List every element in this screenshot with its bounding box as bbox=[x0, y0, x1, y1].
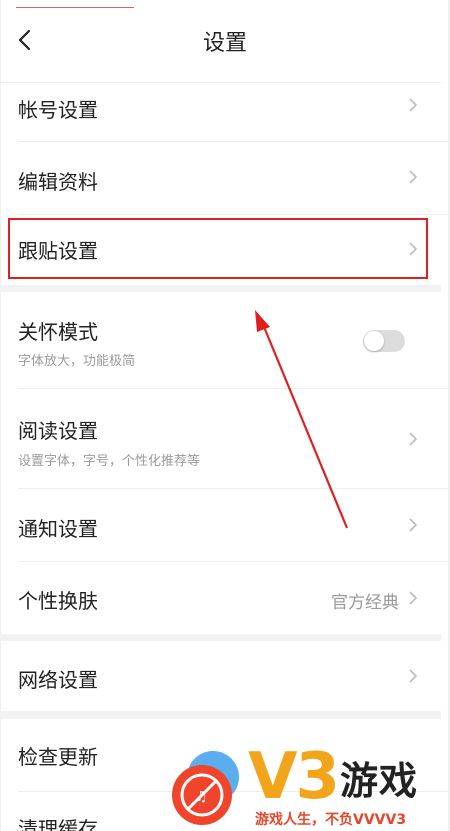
svg-text:♫: ♫ bbox=[195, 789, 208, 805]
watermark-logo: ♫ V3 游戏 游戏人生，不负VVVV3 bbox=[160, 740, 450, 831]
watermark-v3: V3 bbox=[248, 740, 340, 814]
watermark-name: 游戏 bbox=[340, 759, 419, 803]
annotation-arrow bbox=[255, 310, 349, 529]
v3-game-logo-icon: ♫ bbox=[172, 751, 239, 825]
watermark-tagline: 游戏人生，不负VVVV3 bbox=[255, 812, 407, 828]
